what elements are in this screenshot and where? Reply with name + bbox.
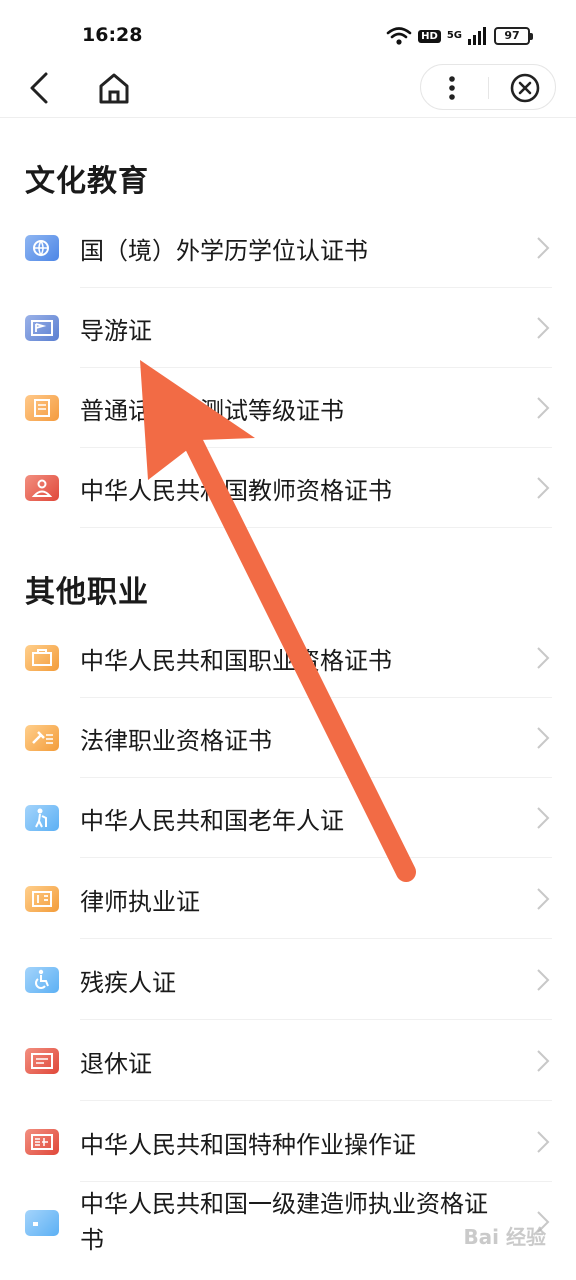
chevron-left-icon[interactable] (24, 70, 58, 106)
network-type: 5G (446, 30, 462, 41)
capsule-divider (488, 77, 489, 99)
home-icon[interactable] (96, 70, 132, 106)
list-item-label: 中华人民共和国一级建造师执业资格证书 (80, 1190, 488, 1254)
list-item-label: 退休证 (80, 1050, 152, 1078)
document-icon (25, 395, 59, 421)
more-vertical-icon[interactable] (437, 73, 467, 103)
list-item-label: 律师执业证 (80, 888, 200, 916)
list-item[interactable]: 中华人民共和国特种作业操作证 (0, 1102, 576, 1182)
list-item[interactable]: 残疾人证 (0, 940, 576, 1020)
list-item-label: 国（境）外学历学位认证书 (80, 237, 368, 265)
status-bar: 16:28 HD 5G 97 (0, 0, 576, 60)
close-circle-icon[interactable] (509, 72, 541, 104)
battery-indicator: 97 (494, 27, 533, 45)
wifi-icon (386, 27, 412, 45)
list-item-label: 中华人民共和国教师资格证书 (80, 477, 392, 505)
chevron-right-icon (537, 1131, 550, 1153)
divider (80, 857, 552, 858)
list-item[interactable]: 导游证 (0, 288, 576, 368)
chevron-right-icon (537, 1050, 550, 1072)
list-item-label: 普通话水平测试等级证书 (80, 397, 344, 425)
signal-icon (468, 27, 486, 45)
list-item-label: 法律职业资格证书 (80, 727, 272, 755)
divider (80, 1019, 552, 1020)
elderly-icon (25, 805, 59, 831)
chevron-right-icon (537, 237, 550, 259)
divider (80, 527, 552, 528)
divider (80, 938, 552, 939)
list-item[interactable]: 中华人民共和国老年人证 (0, 778, 576, 858)
list-item[interactable]: 普通话水平测试等级证书 (0, 368, 576, 448)
retire-card-icon (25, 1048, 59, 1074)
list-item[interactable]: 法律职业资格证书 (0, 698, 576, 778)
section-title-culture-education: 文化教育 (25, 164, 149, 199)
chevron-right-icon (537, 727, 550, 749)
list-item-label: 中华人民共和国特种作业操作证 (80, 1131, 416, 1159)
globe-certificate-icon (25, 235, 59, 261)
gavel-icon (25, 725, 59, 751)
chevron-right-icon (537, 317, 550, 339)
chevron-right-icon (537, 888, 550, 910)
status-icons: HD 5G 97 (386, 26, 533, 46)
list-item[interactable]: 退休证 (0, 1021, 576, 1101)
chevron-right-icon (537, 647, 550, 669)
card-icon (25, 1210, 59, 1236)
chevron-right-icon (537, 477, 550, 499)
status-time: 16:28 (82, 24, 143, 46)
watermark: Bai 经验 (463, 1225, 546, 1249)
wheelchair-icon (25, 967, 59, 993)
mini-program-capsule (420, 64, 556, 110)
list-item-label: 中华人民共和国职业资格证书 (80, 647, 392, 675)
briefcase-icon (25, 645, 59, 671)
list-item[interactable]: 中华人民共和国教师资格证书 (0, 448, 576, 528)
hd-badge: HD (418, 29, 441, 43)
list-item[interactable]: 国（境）外学历学位认证书 (0, 208, 576, 288)
lawyer-card-icon (25, 886, 59, 912)
chevron-right-icon (537, 969, 550, 991)
nav-bar (0, 60, 576, 118)
list-item-label: 中华人民共和国老年人证 (80, 807, 344, 835)
list-item-label: 导游证 (80, 317, 152, 345)
list-item[interactable]: 中华人民共和国职业资格证书 (0, 618, 576, 698)
chevron-right-icon (537, 397, 550, 419)
flag-card-icon (25, 315, 59, 341)
teacher-icon (25, 475, 59, 501)
section-title-other-professions: 其他职业 (25, 575, 149, 610)
list-item-label: 残疾人证 (80, 969, 176, 997)
list-item[interactable]: 律师执业证 (0, 859, 576, 939)
divider (80, 1100, 552, 1101)
chevron-right-icon (537, 807, 550, 829)
special-ops-icon (25, 1129, 59, 1155)
